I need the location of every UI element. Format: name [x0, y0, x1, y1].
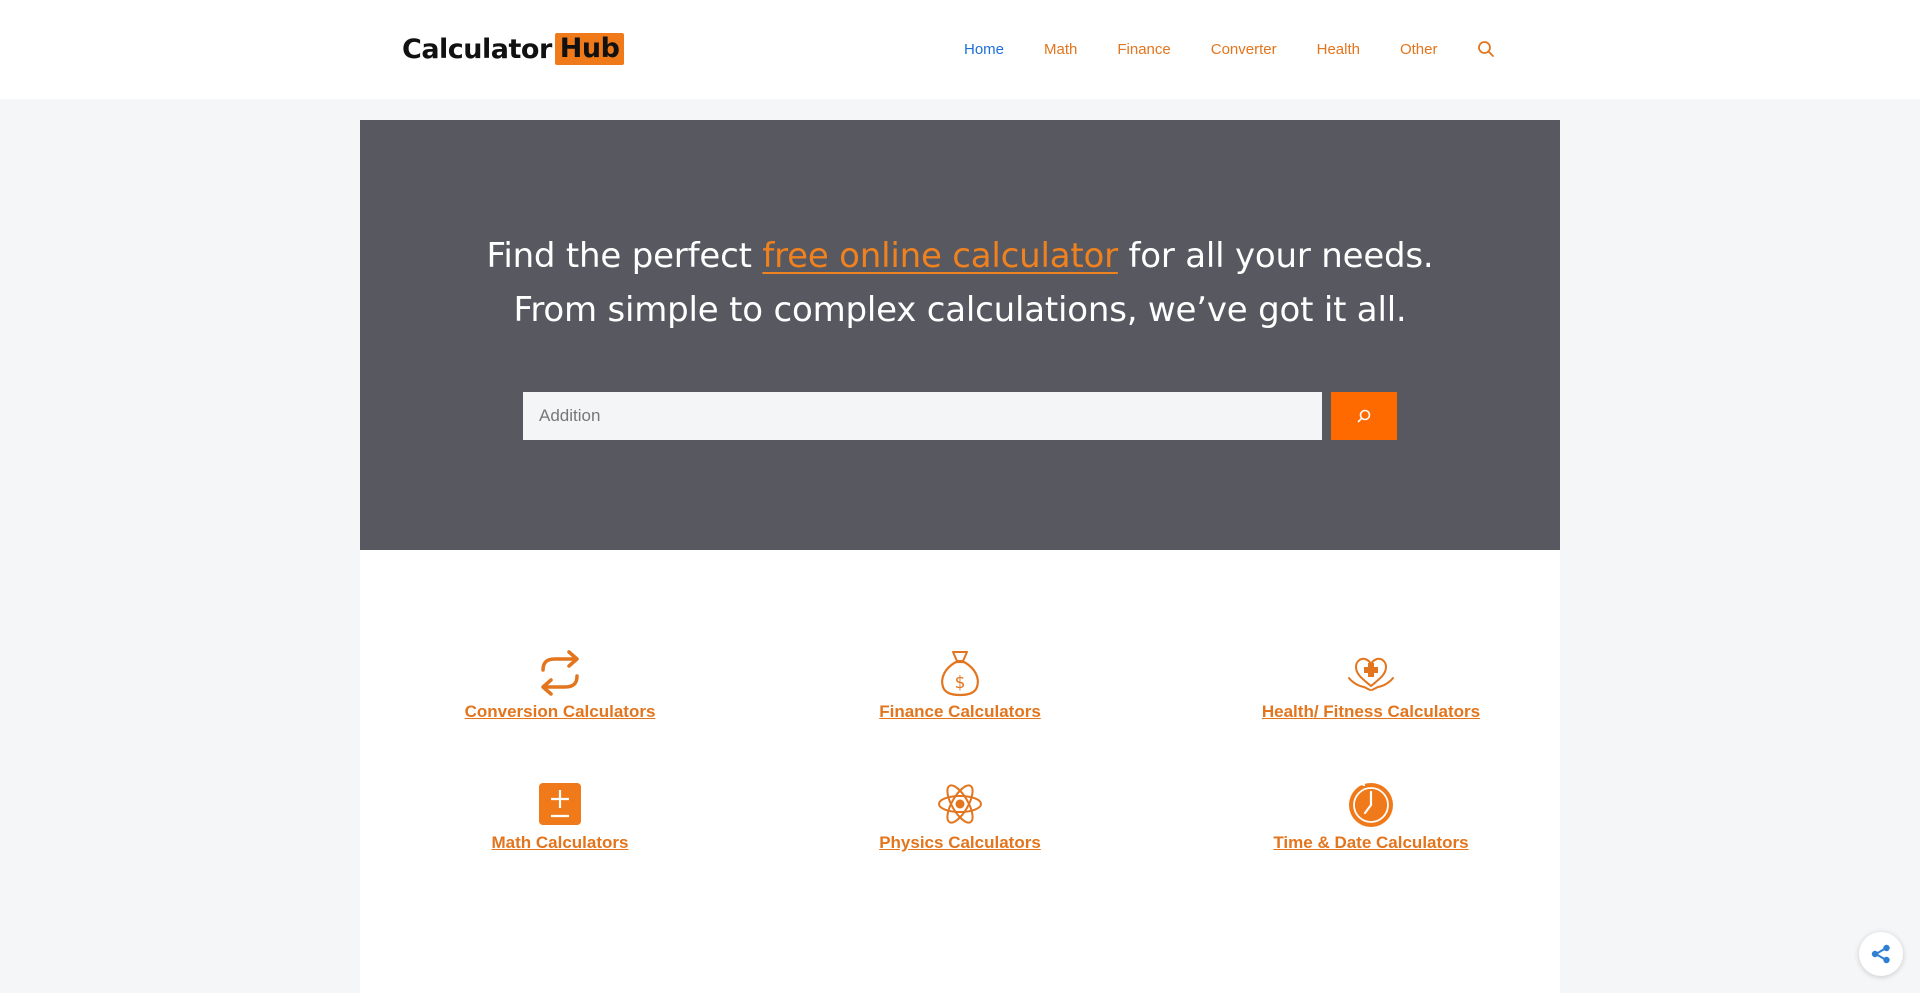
category-link[interactable]: Conversion Calculators [465, 702, 656, 722]
plus-minus-icon [539, 783, 581, 825]
category-link[interactable]: Health/ Fitness Calculators [1262, 702, 1480, 722]
clock-icon [1349, 782, 1393, 827]
category-link[interactable]: Time & Date Calculators [1273, 833, 1468, 853]
hero-text: Find the perfect [486, 236, 763, 276]
category-time-date: Time & Date Calculators [1171, 779, 1571, 853]
logo[interactable]: Calculator Hub [402, 32, 625, 66]
hero-section: Find the perfect free online calculator … [360, 120, 1560, 550]
nav-item-home[interactable]: Home [964, 41, 1004, 58]
search-input[interactable] [523, 392, 1322, 440]
logo-text: Calculator [402, 33, 552, 65]
nav-item-health[interactable]: Health [1317, 41, 1360, 58]
category-math: Math Calculators [360, 779, 760, 853]
logo-highlight: Hub [554, 33, 625, 65]
hero-text: for all your needs. [1117, 236, 1434, 276]
svg-text:$: $ [955, 673, 966, 693]
nav-item-finance[interactable]: Finance [1117, 41, 1170, 58]
category-link[interactable]: Physics Calculators [879, 833, 1041, 853]
site-header: Calculator Hub Home Math Finance Converte… [0, 0, 1920, 99]
nav-item-converter[interactable]: Converter [1211, 41, 1277, 58]
search-button[interactable] [1331, 392, 1397, 440]
category-finance: $ Finance Calculators [760, 648, 1160, 722]
conversion-arrows-icon [541, 650, 579, 696]
hero-heading-line1: Find the perfect free online calculator … [360, 236, 1560, 276]
heart-hands-icon [1348, 657, 1394, 691]
category-health: Health/ Fitness Calculators [1171, 648, 1571, 722]
category-conversion: Conversion Calculators [360, 648, 760, 722]
category-physics: Physics Calculators [760, 779, 1160, 853]
hero-link[interactable]: free online calculator [762, 236, 1118, 276]
hero-heading-line2: From simple to complex calculations, we’… [513, 290, 1407, 330]
category-link[interactable]: Math Calculators [492, 833, 629, 853]
main-nav: Home Math Finance Converter Health Other [964, 40, 1495, 58]
search-icon [1357, 409, 1371, 423]
share-icon [1871, 944, 1890, 964]
search-icon[interactable] [1477, 40, 1495, 58]
nav-item-math[interactable]: Math [1044, 41, 1077, 58]
nav-item-other[interactable]: Other [1400, 41, 1438, 58]
main-content: Find the perfect free online calculator … [360, 120, 1560, 993]
category-link[interactable]: Finance Calculators [879, 702, 1041, 722]
money-bag-icon: $ [941, 651, 979, 697]
atom-icon [938, 784, 982, 824]
share-button[interactable] [1859, 932, 1903, 976]
